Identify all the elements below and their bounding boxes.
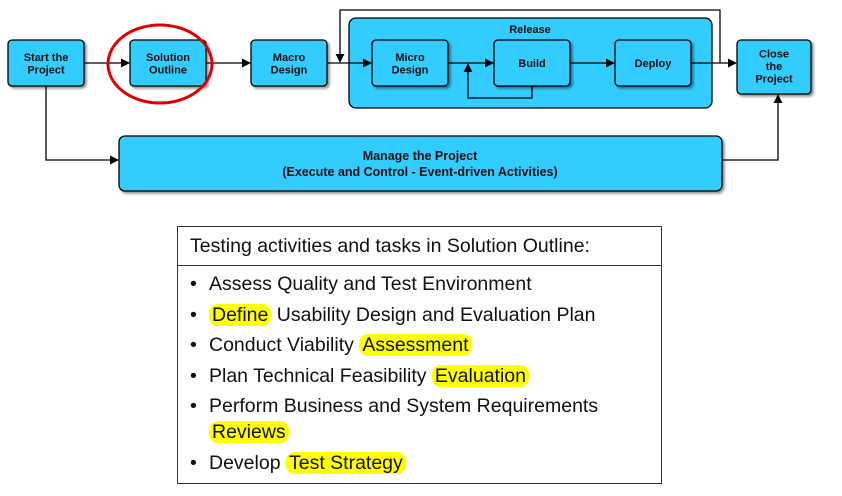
svg-text:MicroDesign: Micro Design	[392, 52, 429, 77]
node-close-the-project: Close the Project	[736, 39, 812, 95]
task-text: Plan Technical Feasibility	[209, 364, 432, 387]
node-label-line: Solution	[146, 52, 190, 64]
bullet-icon: •	[190, 395, 197, 417]
bullet-icon: •	[190, 303, 197, 326]
node-macro-design: Macro Design	[250, 39, 328, 87]
node-build: Build	[493, 39, 571, 87]
svg-text:Build: Build	[518, 58, 546, 70]
highlighted-term: Evaluation	[431, 364, 529, 387]
node-label-line: Design	[392, 64, 429, 76]
task-item: • Develop Test Strategy	[190, 450, 661, 476]
node-label-line: Start the	[24, 52, 69, 64]
node-label-line: Project	[27, 64, 65, 76]
node-label-line: Project	[755, 74, 793, 86]
svg-text:Start theProject: Start the Project	[24, 52, 69, 77]
arrow-start-to-manage	[45, 86, 119, 165]
task-text: Assess Quality and Test Environment	[209, 273, 532, 295]
bullet-icon: •	[190, 334, 197, 356]
node-label-line: Manage the Project	[363, 149, 478, 163]
node-label-line: Micro	[395, 52, 425, 64]
task-list: • Assess Quality and Test Environment • Def…	[178, 266, 661, 476]
release-label: Release	[509, 24, 551, 36]
node-start-the-project: Start the Project	[7, 39, 85, 87]
task-item: • Perform Business and System Requirement…	[190, 393, 661, 445]
node-label-line: Macro	[273, 52, 306, 64]
node-label-line: the	[766, 61, 783, 73]
task-item: • Define Usability Design and Evaluation …	[190, 302, 661, 328]
node-label-line: (Execute and Control - Event-driven Acti…	[282, 165, 557, 179]
task-text: Perform Business and System Requirements	[209, 395, 599, 417]
task-item: • Plan Technical Feasibility Evaluation	[190, 363, 661, 389]
highlighted-term: Define	[209, 303, 272, 326]
task-item: • Assess Quality and Test Environment	[190, 271, 661, 297]
bullet-icon: •	[190, 273, 197, 295]
task-text: Usability Design and Evaluation Plan	[271, 303, 596, 326]
svg-text:SolutionOutline: Solution Outline	[146, 52, 190, 77]
highlighted-term: Test Strategy	[285, 451, 406, 474]
node-deploy: Deploy	[614, 39, 692, 87]
node-solution-outline: Solution Outline	[129, 39, 207, 87]
node-label-line: Close	[759, 49, 789, 61]
svg-text:MacroDesign: Macro Design	[271, 52, 308, 77]
highlighted-term: Assessment	[359, 334, 472, 356]
highlighted-term: Reviews	[209, 421, 289, 443]
node-label-line: Deploy	[635, 58, 673, 70]
process-flow-diagram: Release Start the Project Solution Outline…	[7, 9, 812, 192]
task-text: Develop	[209, 451, 286, 474]
panel-title: Testing activities and tasks in Solution…	[178, 227, 661, 266]
arrow-manage-to-close	[722, 94, 783, 161]
task-item: • Conduct Viability Assessment	[190, 332, 661, 358]
svg-text:Deploy: Deploy	[635, 58, 673, 70]
node-label-line: Design	[271, 64, 308, 76]
node-label-line: Outline	[149, 64, 187, 76]
task-text: Conduct Viability	[209, 334, 360, 356]
node-micro-design: Micro Design	[371, 39, 449, 87]
bullet-icon: •	[190, 364, 197, 387]
node-manage-the-project: Manage the Project (Execute and Control -…	[118, 135, 723, 192]
node-label-line: Build	[518, 58, 546, 70]
bullet-icon: •	[190, 451, 197, 474]
testing-activities-panel: Testing activities and tasks in Solution…	[177, 226, 662, 484]
